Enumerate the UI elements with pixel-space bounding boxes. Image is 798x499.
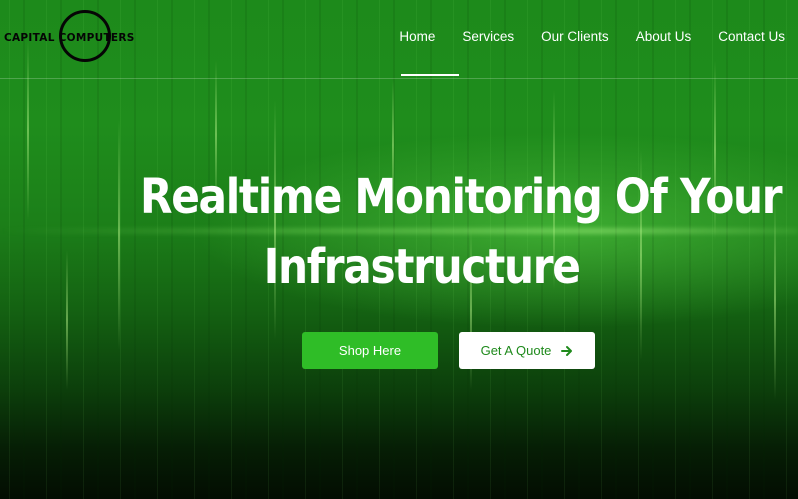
get-a-quote-button[interactable]: Get A Quote [459,332,595,369]
arrow-right-icon [561,345,573,356]
headline-line-1: Realtime Monitoring Of Your [140,169,783,225]
shop-here-label: Shop Here [338,343,402,358]
nav-item-about-us[interactable]: About Us [622,29,705,44]
background-streak [774,200,776,400]
brand-logo[interactable]: CAPITAL COMPUTERS [4,8,169,68]
site-header: CAPITAL COMPUTERS Home Services Our Clie… [0,0,798,79]
nav-item-contact-us[interactable]: Contact Us [705,29,785,44]
main-nav: Home Services Our Clients About Us Conta… [386,29,785,44]
nav-item-our-clients[interactable]: Our Clients [528,29,623,44]
background-streak [66,250,68,390]
get-a-quote-label: Get A Quote [480,343,552,358]
logo-text: CAPITAL COMPUTERS [4,32,135,44]
hero-headline: Realtime Monitoring Of Your Infrastructu… [140,162,783,302]
nav-item-home[interactable]: Home [386,29,449,44]
background-streak [118,120,120,350]
nav-item-services[interactable]: Services [449,29,528,44]
shop-here-button[interactable]: Shop Here [302,332,438,369]
active-nav-indicator [401,74,459,76]
headline-line-2: Infrastructure [263,239,581,295]
